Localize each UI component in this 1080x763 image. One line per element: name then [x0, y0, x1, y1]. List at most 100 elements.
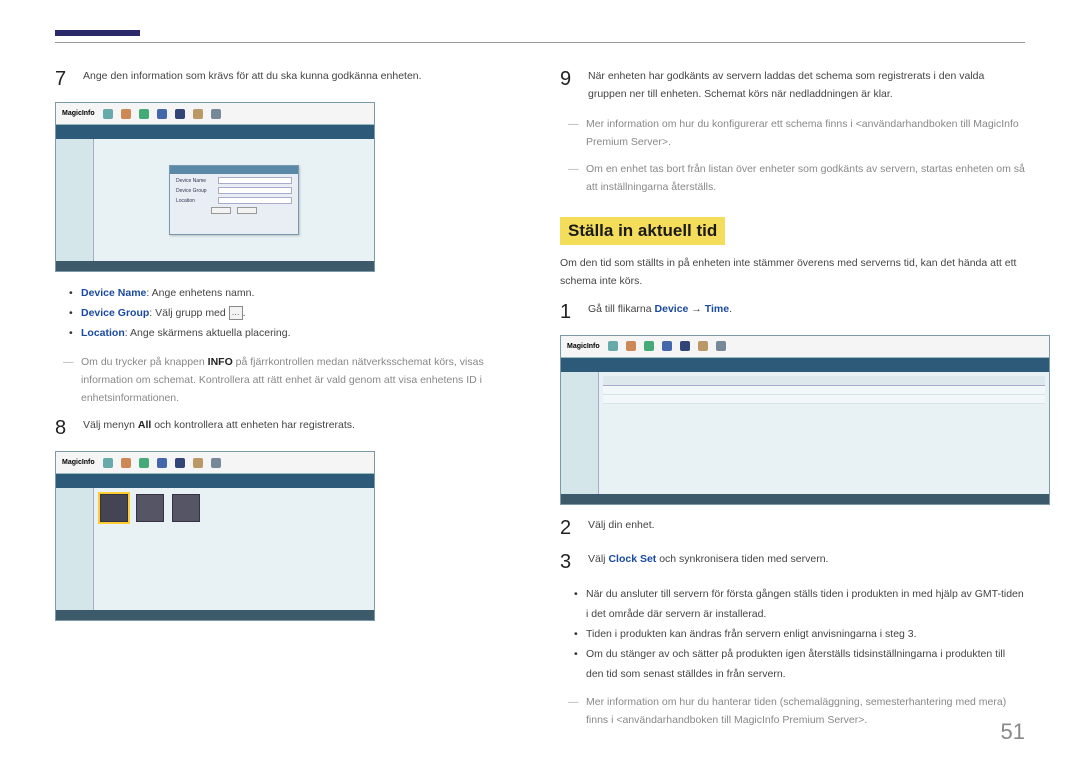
- toolbar-icon: [139, 458, 149, 468]
- term: Device Group: [81, 307, 149, 319]
- text-input[interactable]: [218, 177, 292, 184]
- toolbar-icon: [211, 458, 221, 468]
- text: →: [688, 303, 704, 315]
- text-input[interactable]: [218, 197, 292, 204]
- dialog-field-row: Location: [176, 197, 292, 204]
- app-main: Device Name Device Group Location: [94, 139, 374, 261]
- table-row[interactable]: [603, 395, 1045, 404]
- dialog-buttons: [170, 207, 298, 214]
- toolbar-icon: [103, 458, 113, 468]
- app-main: [599, 372, 1049, 494]
- toolbar-icon: [193, 109, 203, 119]
- text: Välj menyn: [83, 419, 138, 431]
- bullet-list: När du ansluter till servern för första …: [574, 585, 1025, 685]
- page-container: 7 Ange den information som krävs för att…: [0, 0, 1080, 760]
- intro-paragraph: Om den tid som ställts in på enheten int…: [560, 255, 1025, 291]
- bullet-list: Device Name: Ange enhetens namn. Device …: [69, 284, 520, 344]
- screenshot-time-tab: MagicInfo: [560, 335, 1050, 505]
- approve-dialog: Device Name Device Group Location: [169, 165, 299, 235]
- term: Device Name: [81, 287, 146, 299]
- text: och synkronisera tiden med servern.: [656, 553, 828, 565]
- text-input[interactable]: [218, 187, 292, 194]
- note-text: Om du trycker på knappen: [81, 356, 208, 368]
- app-sidebar: [56, 488, 94, 610]
- step-number: 7: [55, 68, 69, 90]
- right-column: 9 När enheten har godkänts av servern la…: [560, 68, 1025, 740]
- table-header: [603, 376, 1045, 386]
- page-number: 51: [1001, 719, 1025, 745]
- list-item: Device Group: Välj grupp med ….: [69, 304, 520, 324]
- step-8: 8 Välj menyn All och kontrollera att enh…: [55, 417, 520, 439]
- toolbar-icon: [175, 458, 185, 468]
- app-footer: [561, 494, 1049, 504]
- device-thumbnail[interactable]: [136, 494, 164, 522]
- dialog-field-row: Device Group: [176, 187, 292, 194]
- step-text: Välj Clock Set och synkronisera tiden me…: [588, 551, 1025, 573]
- text: .: [729, 303, 732, 315]
- thumbnail-row: [94, 488, 374, 528]
- term: Location: [81, 327, 125, 339]
- app-toolbar: MagicInfo: [56, 103, 374, 125]
- toolbar-icon: [121, 458, 131, 468]
- app-footer: [56, 261, 374, 271]
- screenshot-device-list: MagicInfo: [55, 451, 375, 621]
- note-block: Om en enhet tas bort från listan över en…: [560, 161, 1025, 197]
- app-logo: MagicInfo: [567, 343, 600, 350]
- app-footer: [56, 610, 374, 620]
- toolbar-icon: [175, 109, 185, 119]
- dialog-title-bar: [170, 166, 298, 174]
- step-7: 7 Ange den information som krävs för att…: [55, 68, 520, 90]
- toolbar-icon: [698, 341, 708, 351]
- toolbar-icon: [157, 458, 167, 468]
- list-item: Tiden i produkten kan ändras från server…: [574, 625, 1025, 645]
- text-bold: Device: [655, 303, 689, 315]
- field-label: Device Name: [176, 178, 214, 184]
- app-toolbar: MagicInfo: [56, 452, 374, 474]
- step-text: När enheten har godkänts av servern ladd…: [588, 68, 1025, 104]
- toolbar-icon: [157, 109, 167, 119]
- term-desc-after: .: [243, 307, 246, 319]
- toolbar-icon: [662, 341, 672, 351]
- cancel-button[interactable]: [237, 207, 257, 214]
- step-number: 1: [560, 301, 574, 323]
- list-item: Device Name: Ange enhetens namn.: [69, 284, 520, 304]
- device-thumbnail[interactable]: [100, 494, 128, 522]
- app-navbar: [56, 474, 374, 488]
- text: Gå till flikarna: [588, 303, 655, 315]
- text-bold: All: [138, 419, 151, 431]
- toolbar-icon: [211, 109, 221, 119]
- device-thumbnail[interactable]: [172, 494, 200, 522]
- app-logo: MagicInfo: [62, 110, 95, 117]
- toolbar-icon: [121, 109, 131, 119]
- browse-icon: …: [229, 306, 243, 320]
- step-number: 3: [560, 551, 574, 573]
- step-3: 3 Välj Clock Set och synkronisera tiden …: [560, 551, 1025, 573]
- list-item: När du ansluter till servern för första …: [574, 585, 1025, 625]
- step-text: Ange den information som krävs för att d…: [83, 68, 520, 90]
- app-sidebar: [561, 372, 599, 494]
- text: Välj: [588, 553, 608, 565]
- toolbar-icon: [626, 341, 636, 351]
- toolbar-icon: [193, 458, 203, 468]
- app-logo: MagicInfo: [62, 459, 95, 466]
- step-text: Gå till flikarna Device → Time.: [588, 301, 1025, 323]
- term-desc: : Ange enhetens namn.: [146, 287, 254, 299]
- table-row[interactable]: [603, 386, 1045, 395]
- app-main: [94, 488, 374, 610]
- ok-button[interactable]: [211, 207, 231, 214]
- list-item: Om du stänger av och sätter på produkten…: [574, 645, 1025, 685]
- toolbar-icon: [139, 109, 149, 119]
- step-9: 9 När enheten har godkänts av servern la…: [560, 68, 1025, 104]
- note-block: Mer information om hur du hanterar tiden…: [560, 694, 1025, 730]
- step-number: 2: [560, 517, 574, 539]
- term-desc: : Ange skärmens aktuella placering.: [125, 327, 291, 339]
- field-label: Device Group: [176, 188, 214, 194]
- note-bold: INFO: [208, 356, 233, 368]
- text: och kontrollera att enheten har registre…: [151, 419, 355, 431]
- two-column-layout: 7 Ange den information som krävs för att…: [55, 68, 1025, 740]
- toolbar-icon: [608, 341, 618, 351]
- left-column: 7 Ange den information som krävs för att…: [55, 68, 520, 740]
- step-number: 9: [560, 68, 574, 104]
- app-navbar: [56, 125, 374, 139]
- app-sidebar: [56, 139, 94, 261]
